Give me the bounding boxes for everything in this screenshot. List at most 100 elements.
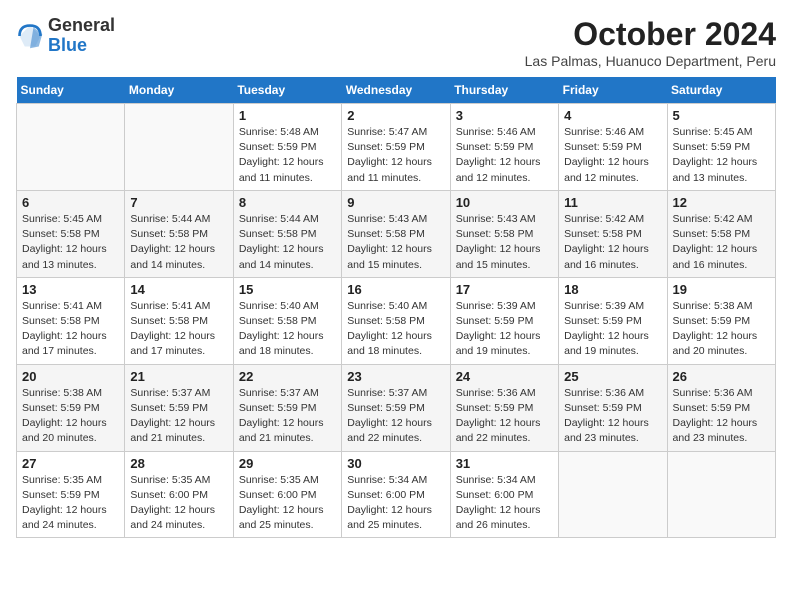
- calendar-day: 2Sunrise: 5:47 AM Sunset: 5:59 PM Daylig…: [342, 104, 450, 191]
- day-number: 30: [347, 456, 444, 471]
- calendar-day: 20 Sunrise: 5:38 AM Sunset: 5:59 PM Dayli…: [17, 364, 125, 451]
- calendar-day: 21Sunrise: 5:37 AM Sunset: 5:59 PM Dayli…: [125, 364, 233, 451]
- day-info: Sunrise: 5:40 AM Sunset: 5:58 PM Dayligh…: [239, 299, 336, 360]
- day-number: 21: [130, 369, 227, 384]
- day-info: Sunrise: 5:38 AM Sunset: 5:59 PM Dayligh…: [673, 299, 770, 360]
- logo-icon: [16, 22, 44, 50]
- calendar-week-row: 13 Sunrise: 5:41 AM Sunset: 5:58 PM Dayli…: [17, 277, 776, 364]
- day-number: 2: [347, 108, 444, 123]
- calendar-day: 16Sunrise: 5:40 AM Sunset: 5:58 PM Dayli…: [342, 277, 450, 364]
- day-info: Sunrise: 5:34 AM Sunset: 6:00 PM Dayligh…: [347, 473, 444, 534]
- calendar-body: 1 Sunrise: 5:48 AM Sunset: 5:59 PM Daylig…: [17, 104, 776, 538]
- day-info: Sunrise: 5:36 AM Sunset: 5:59 PM Dayligh…: [456, 386, 553, 447]
- calendar-day: 15Sunrise: 5:40 AM Sunset: 5:58 PM Dayli…: [233, 277, 341, 364]
- day-number: 20: [22, 369, 119, 384]
- day-info: Sunrise: 5:44 AM Sunset: 5:58 PM Dayligh…: [239, 212, 336, 273]
- day-info: Sunrise: 5:46 AM Sunset: 5:59 PM Dayligh…: [456, 125, 553, 186]
- calendar-day: [559, 451, 667, 538]
- day-number: 18: [564, 282, 661, 297]
- day-number: 31: [456, 456, 553, 471]
- day-info: Sunrise: 5:48 AM Sunset: 5:59 PM Dayligh…: [239, 125, 336, 186]
- day-number: 5: [673, 108, 770, 123]
- calendar-day: 26 Sunrise: 5:36 AM Sunset: 5:59 PM Dayli…: [667, 364, 775, 451]
- month-title: October 2024: [525, 16, 776, 53]
- day-number: 14: [130, 282, 227, 297]
- calendar-day: 12Sunrise: 5:42 AM Sunset: 5:58 PM Dayli…: [667, 190, 775, 277]
- dow-header: Monday: [125, 77, 233, 104]
- calendar-day: 7 Sunrise: 5:44 AM Sunset: 5:58 PM Daylig…: [125, 190, 233, 277]
- day-info: Sunrise: 5:45 AM Sunset: 5:58 PM Dayligh…: [22, 212, 119, 273]
- day-number: 10: [456, 195, 553, 210]
- day-info: Sunrise: 5:35 AM Sunset: 6:00 PM Dayligh…: [239, 473, 336, 534]
- logo-text: General Blue: [48, 16, 115, 56]
- day-info: Sunrise: 5:36 AM Sunset: 5:59 PM Dayligh…: [564, 386, 661, 447]
- day-number: 17: [456, 282, 553, 297]
- calendar-day: 19 Sunrise: 5:38 AM Sunset: 5:59 PM Dayli…: [667, 277, 775, 364]
- day-number: 6: [22, 195, 119, 210]
- logo-blue: Blue: [48, 35, 87, 55]
- day-number: 23: [347, 369, 444, 384]
- day-number: 16: [347, 282, 444, 297]
- day-number: 25: [564, 369, 661, 384]
- day-info: Sunrise: 5:34 AM Sunset: 6:00 PM Dayligh…: [456, 473, 553, 534]
- day-number: 28: [130, 456, 227, 471]
- day-number: 7: [130, 195, 227, 210]
- dow-header: Saturday: [667, 77, 775, 104]
- calendar-day: 3Sunrise: 5:46 AM Sunset: 5:59 PM Daylig…: [450, 104, 558, 191]
- day-number: 19: [673, 282, 770, 297]
- calendar-table: SundayMondayTuesdayWednesdayThursdayFrid…: [16, 77, 776, 538]
- dow-header: Friday: [559, 77, 667, 104]
- calendar-day: 28 Sunrise: 5:35 AM Sunset: 6:00 PM Dayli…: [125, 451, 233, 538]
- calendar-day: 25 Sunrise: 5:36 AM Sunset: 5:59 PM Dayli…: [559, 364, 667, 451]
- day-number: 13: [22, 282, 119, 297]
- day-number: 22: [239, 369, 336, 384]
- calendar-day: 9 Sunrise: 5:43 AM Sunset: 5:58 PM Daylig…: [342, 190, 450, 277]
- calendar-day: 1 Sunrise: 5:48 AM Sunset: 5:59 PM Daylig…: [233, 104, 341, 191]
- calendar-day: 4 Sunrise: 5:46 AM Sunset: 5:59 PM Daylig…: [559, 104, 667, 191]
- calendar-day: 24 Sunrise: 5:36 AM Sunset: 5:59 PM Dayli…: [450, 364, 558, 451]
- dow-header: Wednesday: [342, 77, 450, 104]
- day-info: Sunrise: 5:38 AM Sunset: 5:59 PM Dayligh…: [22, 386, 119, 447]
- page-header: General Blue October 2024 Las Palmas, Hu…: [16, 16, 776, 69]
- day-info: Sunrise: 5:36 AM Sunset: 5:59 PM Dayligh…: [673, 386, 770, 447]
- day-info: Sunrise: 5:41 AM Sunset: 5:58 PM Dayligh…: [130, 299, 227, 360]
- day-number: 8: [239, 195, 336, 210]
- calendar-day: [125, 104, 233, 191]
- day-info: Sunrise: 5:44 AM Sunset: 5:58 PM Dayligh…: [130, 212, 227, 273]
- day-info: Sunrise: 5:35 AM Sunset: 5:59 PM Dayligh…: [22, 473, 119, 534]
- day-number: 29: [239, 456, 336, 471]
- day-number: 1: [239, 108, 336, 123]
- day-number: 26: [673, 369, 770, 384]
- day-number: 24: [456, 369, 553, 384]
- calendar-day: 29 Sunrise: 5:35 AM Sunset: 6:00 PM Dayli…: [233, 451, 341, 538]
- calendar-day: 8 Sunrise: 5:44 AM Sunset: 5:58 PM Daylig…: [233, 190, 341, 277]
- day-info: Sunrise: 5:46 AM Sunset: 5:59 PM Dayligh…: [564, 125, 661, 186]
- logo: General Blue: [16, 16, 115, 56]
- logo-general: General: [48, 15, 115, 35]
- calendar-day: 22Sunrise: 5:37 AM Sunset: 5:59 PM Dayli…: [233, 364, 341, 451]
- day-number: 4: [564, 108, 661, 123]
- title-block: October 2024 Las Palmas, Huanuco Departm…: [525, 16, 776, 69]
- calendar-day: 11Sunrise: 5:42 AM Sunset: 5:58 PM Dayli…: [559, 190, 667, 277]
- days-of-week-row: SundayMondayTuesdayWednesdayThursdayFrid…: [17, 77, 776, 104]
- day-info: Sunrise: 5:37 AM Sunset: 5:59 PM Dayligh…: [347, 386, 444, 447]
- location: Las Palmas, Huanuco Department, Peru: [525, 53, 776, 69]
- day-info: Sunrise: 5:35 AM Sunset: 6:00 PM Dayligh…: [130, 473, 227, 534]
- dow-header: Thursday: [450, 77, 558, 104]
- calendar-day: 23 Sunrise: 5:37 AM Sunset: 5:59 PM Dayli…: [342, 364, 450, 451]
- calendar-day: 30 Sunrise: 5:34 AM Sunset: 6:00 PM Dayli…: [342, 451, 450, 538]
- day-number: 9: [347, 195, 444, 210]
- calendar-day: 31 Sunrise: 5:34 AM Sunset: 6:00 PM Dayli…: [450, 451, 558, 538]
- day-info: Sunrise: 5:43 AM Sunset: 5:58 PM Dayligh…: [347, 212, 444, 273]
- day-number: 27: [22, 456, 119, 471]
- day-info: Sunrise: 5:42 AM Sunset: 5:58 PM Dayligh…: [673, 212, 770, 273]
- day-info: Sunrise: 5:45 AM Sunset: 5:59 PM Dayligh…: [673, 125, 770, 186]
- calendar-day: 14 Sunrise: 5:41 AM Sunset: 5:58 PM Dayli…: [125, 277, 233, 364]
- day-info: Sunrise: 5:39 AM Sunset: 5:59 PM Dayligh…: [456, 299, 553, 360]
- calendar-week-row: 1 Sunrise: 5:48 AM Sunset: 5:59 PM Daylig…: [17, 104, 776, 191]
- calendar-day: 10Sunrise: 5:43 AM Sunset: 5:58 PM Dayli…: [450, 190, 558, 277]
- day-info: Sunrise: 5:39 AM Sunset: 5:59 PM Dayligh…: [564, 299, 661, 360]
- calendar-day: 6 Sunrise: 5:45 AM Sunset: 5:58 PM Daylig…: [17, 190, 125, 277]
- dow-header: Tuesday: [233, 77, 341, 104]
- calendar-day: [17, 104, 125, 191]
